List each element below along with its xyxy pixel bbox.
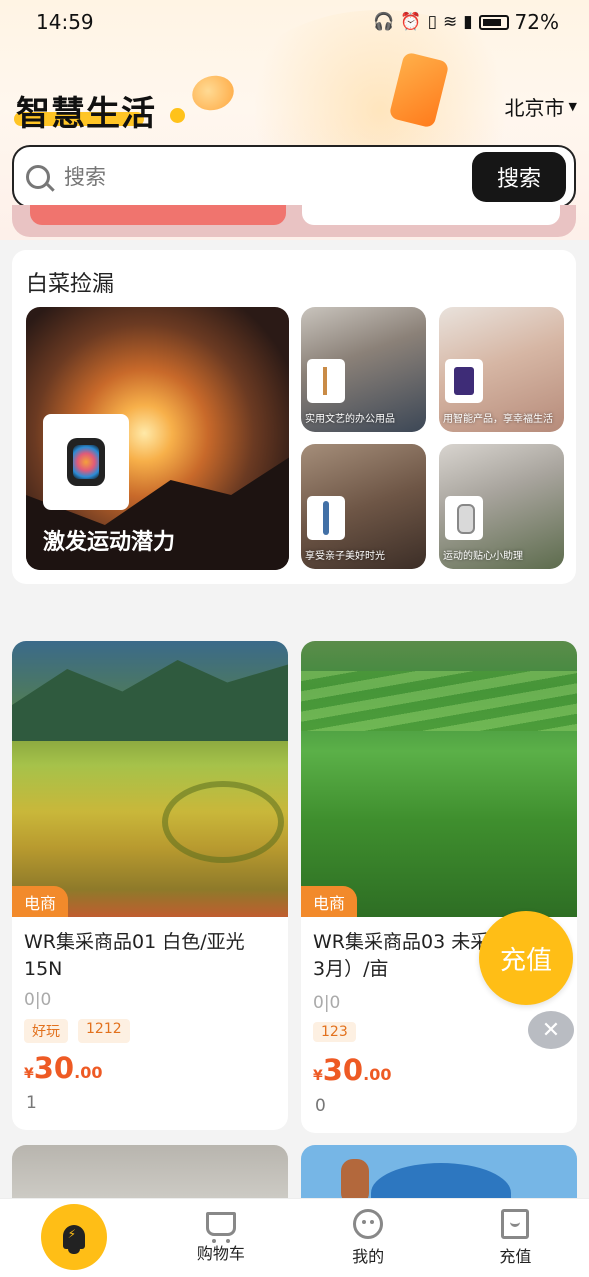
battery-icon (478, 14, 509, 30)
bargain-tile-sports[interactable]: 激发运动潜力 (26, 307, 289, 570)
search-button[interactable]: 搜索 (472, 151, 566, 202)
caret-down-icon: ▼ (568, 100, 577, 113)
city-selector[interactable]: 北京市 ▼ (505, 92, 577, 121)
sold-count: 1 (26, 1093, 37, 1113)
wallet-icon (501, 1209, 530, 1239)
banner-slide (302, 205, 560, 225)
alarm-icon: ⏰ (400, 12, 422, 32)
search-input[interactable] (64, 164, 472, 189)
bargain-tile-office[interactable]: 实用文艺的办公用品 (301, 307, 426, 432)
product-card-partial[interactable] (12, 1145, 288, 1205)
tab-label: 我的 (352, 1247, 385, 1266)
bargain-tile-fitness[interactable]: 运动的贴心小助理 (439, 444, 564, 569)
status-time: 14:59 (36, 10, 94, 34)
tile-caption: 实用文艺的办公用品 (305, 414, 395, 425)
tile-caption: 运动的贴心小助理 (443, 551, 523, 562)
signal-icon: ▮ (463, 12, 473, 32)
product-chip: 1212 (78, 1019, 130, 1043)
tab-home[interactable] (0, 1199, 147, 1277)
lightning-bell-icon (62, 1225, 85, 1254)
banner-carousel[interactable] (12, 205, 576, 237)
currency-symbol: ¥ (24, 1066, 34, 1082)
tab-label: 充值 (499, 1247, 532, 1266)
tab-recharge[interactable]: 充值 (442, 1199, 589, 1277)
sold-count: 0 (315, 1096, 326, 1116)
product-thumbnail (43, 414, 129, 510)
brand-dot (170, 108, 185, 123)
price-integer: 30 (33, 1051, 75, 1085)
lamp-thumbnail (307, 359, 345, 403)
product-card-partial[interactable] (301, 1145, 577, 1205)
product-price: ¥ 30 .00 (24, 1051, 102, 1085)
smartwatch-icon (67, 426, 105, 498)
vibrate-icon: ▯ (427, 12, 437, 32)
tile-caption: 享受亲子美好时光 (305, 551, 385, 562)
product-name: WR集采商品01 白色/亚光15N (24, 931, 245, 980)
tab-cart[interactable]: 购物车 (147, 1199, 294, 1277)
product-meta: 0|0 (24, 990, 52, 1010)
search-bar: 搜索 (12, 145, 576, 208)
product-card[interactable]: 电商 WR集采商品01 白色/亚光15N 0|0 好玩 1212 ¥ 30 .0… (12, 641, 288, 1130)
status-icons: 🎧 ⏰ ▯ ≋ ▮ 72% (373, 10, 559, 34)
product-meta: 0|0 (313, 993, 341, 1013)
currency-symbol: ¥ (313, 1068, 323, 1084)
product-image (12, 641, 288, 917)
product-chip: 好玩 (24, 1019, 68, 1043)
headphones-icon: 🎧 (373, 12, 395, 32)
category-tag: 电商 (12, 886, 68, 917)
profile-icon (353, 1209, 384, 1239)
bargain-section: 白菜捡漏 激发运动潜力 实用文艺的办公用品 用智能产品，享幸福生活 享受亲子美好… (12, 250, 576, 584)
wifi-icon: ≋ (442, 12, 458, 32)
product-image (301, 641, 577, 917)
price-decimal: .00 (363, 1065, 392, 1084)
close-icon[interactable]: ✕ (528, 1011, 574, 1049)
cart-icon (205, 1212, 236, 1243)
category-tag: 电商 (301, 886, 357, 917)
product-chips: 123 (313, 1022, 356, 1042)
product-card[interactable]: 电商 WR集采商品03 未采季度（1-3月）/亩 0|0 123 ¥ 30 .0… (301, 641, 577, 1133)
price-decimal: .00 (74, 1063, 103, 1082)
tab-me[interactable]: 我的 (295, 1199, 442, 1277)
bargain-tile-smart[interactable]: 用智能产品，享幸福生活 (439, 307, 564, 432)
recharge-float-button[interactable]: 充值 (479, 911, 573, 1005)
price-integer: 30 (322, 1053, 364, 1087)
bargain-tile-family[interactable]: 享受亲子美好时光 (301, 444, 426, 569)
battery-level: 72% (514, 10, 559, 34)
tablet-thumbnail (445, 359, 483, 403)
tab-bar: 购物车 我的 充值 (0, 1198, 589, 1277)
brand-logo: 智慧生活 (16, 94, 156, 134)
tab-label: 购物车 (196, 1244, 245, 1263)
product-chips: 好玩 1212 (24, 1019, 130, 1043)
tile-caption: 用智能产品，享幸福生活 (443, 414, 553, 425)
home-tab-badge (40, 1204, 107, 1270)
status-bar: 14:59 🎧 ⏰ ▯ ≋ ▮ 72% (0, 0, 589, 44)
search-icon (26, 164, 50, 189)
section-title: 白菜捡漏 (26, 272, 115, 297)
banner-slide (30, 205, 286, 225)
pen-thumbnail (307, 496, 345, 540)
product-chip: 123 (313, 1022, 356, 1042)
city-label: 北京市 (504, 96, 565, 120)
tile-caption: 激发运动潜力 (43, 530, 176, 555)
band-thumbnail (445, 496, 483, 540)
product-price: ¥ 30 .00 (313, 1053, 391, 1087)
